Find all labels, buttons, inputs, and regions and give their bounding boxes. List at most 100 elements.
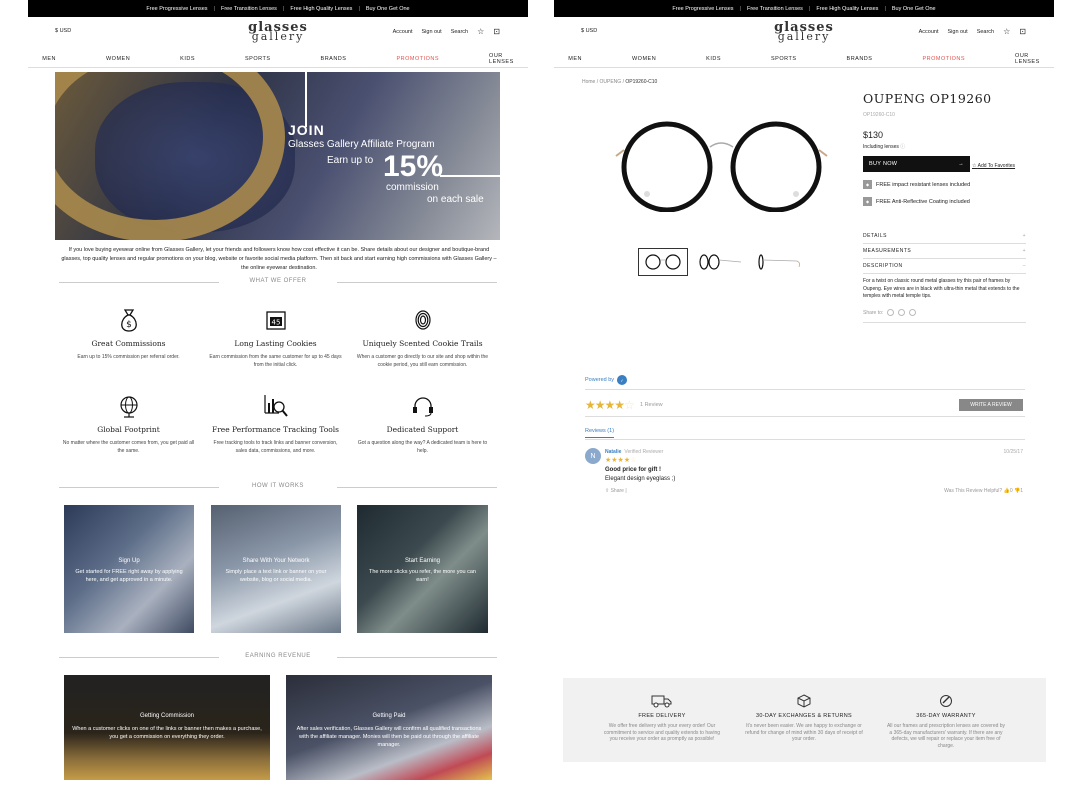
main-nav: MEN WOMEN KIDS SPORTS BRANDS PROMOTIONS …	[28, 51, 528, 68]
footer-desc: We offer free delivery with your every o…	[603, 723, 721, 742]
nav-women[interactable]: WOMEN	[632, 56, 656, 62]
thumbnail-angle[interactable]	[696, 248, 746, 276]
feature-desc: Free tracking tools to track links and b…	[213, 440, 338, 454]
coating-icon: ◆	[863, 197, 872, 206]
feature-desc: Got a question along the way? A dedicate…	[357, 440, 488, 454]
step-card-share[interactable]: Share With Your Network Simply place a t…	[211, 505, 341, 633]
add-to-favorites-link[interactable]: ☆ Add To Favorites	[972, 163, 1015, 169]
headset-icon	[355, 393, 490, 419]
nav-men[interactable]: MEN	[42, 56, 56, 62]
accordion-description[interactable]: DESCRIPTION –	[863, 263, 1026, 274]
reviewer: Natalie Verified Reviewer	[605, 449, 663, 455]
truck-icon	[602, 694, 722, 708]
cart-bag-icon[interactable]: ⊡	[493, 27, 500, 36]
review-count[interactable]: 1 Review	[640, 402, 663, 408]
search-link[interactable]: Search	[451, 29, 468, 35]
product-thumbnails	[638, 248, 804, 276]
feature-desc: Earn up to 15% commission per referral o…	[77, 354, 180, 360]
review-share-button[interactable]: ⇪ Share |	[605, 488, 627, 494]
promo-link[interactable]: Free High Quality Lenses	[810, 6, 884, 12]
breadcrumb-current: OP19260-C10	[625, 79, 658, 85]
promo-link[interactable]: Free High Quality Lenses	[284, 6, 358, 12]
hero-each-sale: on each sale	[427, 194, 484, 205]
breadcrumb-brand[interactable]: OUPENG	[600, 79, 622, 85]
hero-decor-line	[440, 175, 500, 177]
calendar-icon: 45	[208, 307, 343, 333]
account-link[interactable]: Account	[919, 29, 939, 35]
favorites-star-icon[interactable]: ☆	[477, 27, 484, 36]
nav-our-lenses[interactable]: OUR LENSES	[1015, 53, 1040, 65]
nav-kids[interactable]: KIDS	[180, 56, 195, 62]
feature-cookie-trails: Uniquely Scented Cookie Trails When a cu…	[355, 307, 490, 369]
accordion-measurements[interactable]: MEASUREMENTS +	[863, 248, 1026, 259]
including-lenses-label: Including lenses	[863, 144, 899, 150]
hero-program: Glasses Gallery Affiliate Program	[288, 139, 435, 150]
thumbnail-side[interactable]	[754, 248, 804, 276]
nav-promotions[interactable]: PROMOTIONS	[396, 56, 439, 62]
nav-our-lenses[interactable]: OUR LENSES	[489, 53, 514, 65]
thumbnail-front[interactable]	[638, 248, 688, 276]
site-header: $ USD glasses gallery Account Sign out S…	[554, 17, 1054, 51]
step-title: Share With Your Network	[242, 558, 310, 564]
feature-desc: No matter where the customer comes from,…	[62, 440, 195, 454]
nav-promotions[interactable]: PROMOTIONS	[922, 56, 965, 62]
nav-brands[interactable]: BRANDS	[847, 56, 873, 62]
tab-reviews[interactable]: Reviews (1)	[585, 428, 615, 438]
promo-link[interactable]: Free Transition Lenses	[741, 6, 809, 12]
step-card-sign-up[interactable]: Sign Up Get started for FREE right away …	[64, 505, 194, 633]
facebook-icon[interactable]	[887, 309, 895, 316]
nav-kids[interactable]: KIDS	[706, 56, 721, 62]
favorites-star-icon[interactable]: ☆	[1003, 27, 1010, 36]
thumbs-up-count: 0	[1009, 488, 1013, 494]
footer-title: 365-DAY WARRANTY	[916, 713, 976, 719]
account-link[interactable]: Account	[393, 29, 413, 35]
step-card-start-earning[interactable]: Start Earning The more clicks you refer,…	[357, 505, 488, 633]
share-label: Share	[610, 488, 624, 494]
nav-sports[interactable]: SPORTS	[245, 56, 271, 62]
perk-text: FREE impact resistant lenses included	[876, 181, 971, 188]
review-helpful: Was This Review Helpful? 👍0 👎1	[944, 488, 1023, 494]
verified-badge: Verified Reviewer	[624, 449, 664, 455]
nav-men[interactable]: MEN	[568, 56, 582, 62]
reviews-platform-logo-icon[interactable]: ✓	[617, 375, 628, 385]
cart-bag-icon[interactable]: ⊡	[1019, 27, 1026, 36]
product-price: $130	[863, 130, 884, 140]
promo-link[interactable]: Free Progressive Lenses	[666, 6, 739, 12]
average-rating-stars: ★★★★☆	[585, 398, 635, 412]
feature-title: Free Performance Tracking Tools	[211, 425, 339, 434]
nav-sports[interactable]: SPORTS	[771, 56, 797, 62]
nav-women[interactable]: WOMEN	[106, 56, 130, 62]
arrow-right-icon: →	[958, 161, 964, 167]
twitter-icon[interactable]	[898, 309, 906, 316]
fingerprint-icon	[355, 307, 490, 333]
feature-tracking-tools: Free Performance Tracking Tools Free tra…	[208, 393, 343, 455]
accordion-label: MEASUREMENTS	[863, 248, 912, 254]
step-desc: Simply place a text link or banner on yo…	[225, 569, 327, 583]
thumbs-down-count: 1	[1020, 488, 1023, 494]
breadcrumb-home[interactable]: Home	[582, 79, 595, 85]
hero-commission: commission	[386, 182, 439, 193]
review-stars: ★★★★☆	[605, 457, 637, 464]
promo-link[interactable]: Buy One Get One	[886, 6, 942, 12]
promo-link[interactable]: Buy One Get One	[360, 6, 416, 12]
pinterest-icon[interactable]	[909, 309, 917, 316]
svg-text:$: $	[126, 320, 132, 330]
signout-link[interactable]: Sign out	[422, 29, 442, 35]
signout-link[interactable]: Sign out	[948, 29, 968, 35]
promo-link[interactable]: Free Progressive Lenses	[140, 6, 213, 12]
powered-by: Powered by ✓	[585, 375, 628, 385]
buy-now-button[interactable]: BUY NOW →	[863, 156, 970, 172]
accordion-details[interactable]: DETAILS +	[863, 233, 1026, 244]
promo-link[interactable]: Free Transition Lenses	[215, 6, 283, 12]
revenue-desc: After sales verification, Glasses Galler…	[296, 726, 482, 748]
feature-title: Dedicated Support	[386, 425, 459, 434]
hero-decor-line	[305, 72, 307, 127]
search-link[interactable]: Search	[977, 29, 994, 35]
revenue-card-getting-paid[interactable]: Getting Paid After sales verification, G…	[286, 675, 492, 780]
nav-brands[interactable]: BRANDS	[321, 56, 347, 62]
affiliate-hero-banner: JOIN Glasses Gallery Affiliate Program E…	[55, 72, 500, 240]
help-icon[interactable]: ⓘ	[900, 144, 905, 150]
section-what-we-offer: WHAT WE OFFER	[59, 278, 497, 284]
write-review-button[interactable]: WRITE A REVIEW	[959, 399, 1023, 411]
revenue-card-commission[interactable]: Getting Commission When a customer click…	[64, 675, 270, 780]
